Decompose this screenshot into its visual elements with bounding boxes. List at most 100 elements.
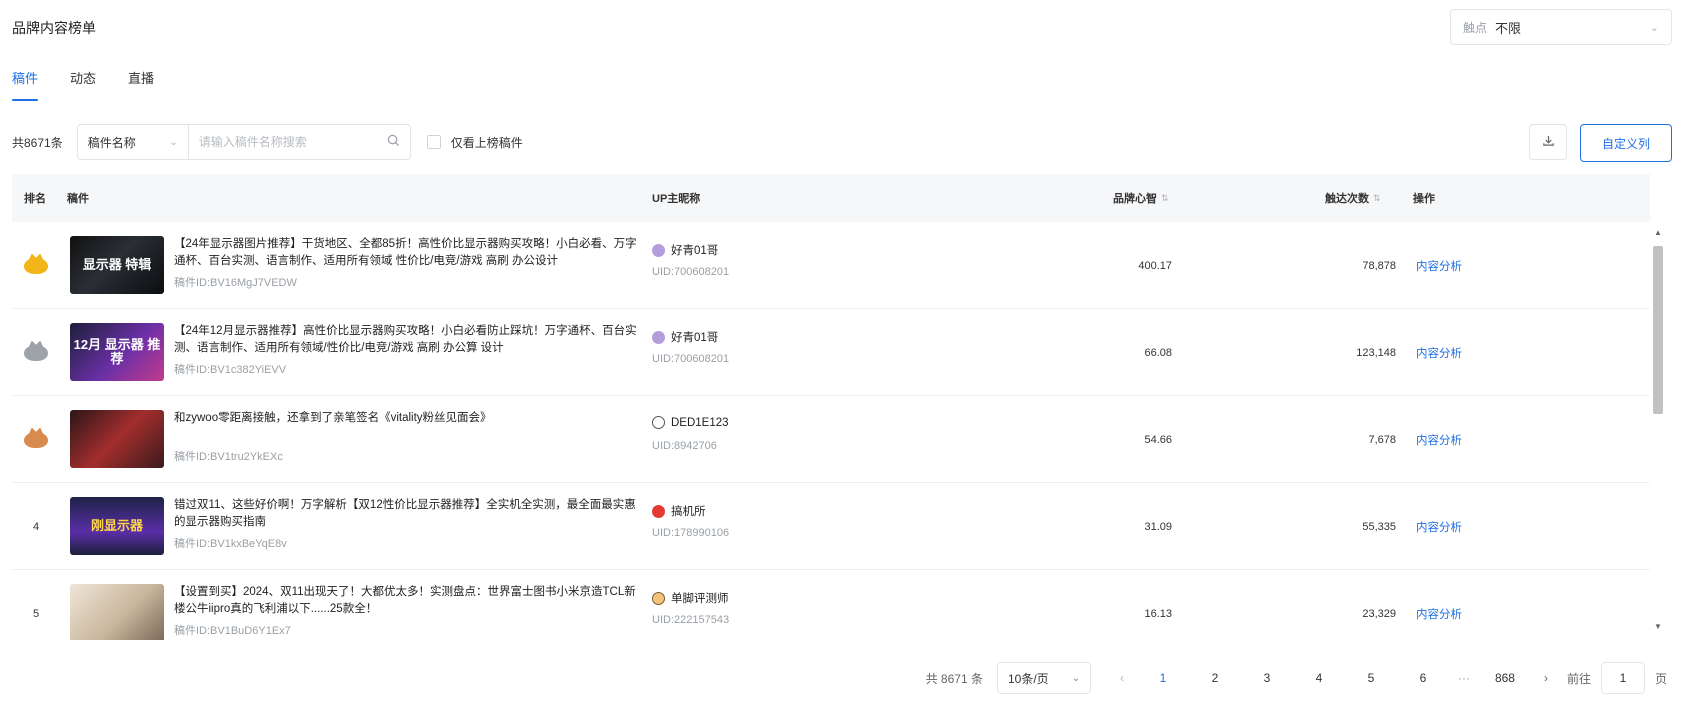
custom-columns-button[interactable]: 自定义列	[1580, 124, 1672, 162]
work-id: 稿件ID:BV1c382YiEVV	[174, 364, 287, 376]
bronze-crown-icon	[24, 431, 48, 448]
prev-page-icon[interactable]: ‹	[1107, 671, 1137, 685]
sort-icon[interactable]: ⇅	[1161, 193, 1169, 204]
scroll-up-arrow-icon[interactable]: ▲	[1654, 228, 1662, 237]
up-name[interactable]: 单脚评测师	[652, 590, 729, 606]
up-name[interactable]: 好青01哥	[652, 242, 718, 258]
scroll-thumb[interactable]	[1653, 246, 1663, 414]
page-ellipsis[interactable]: ···	[1449, 671, 1479, 685]
column-rank: 排名	[24, 193, 46, 205]
up-name-text: 好青01哥	[671, 332, 719, 344]
silver-crown-icon	[24, 344, 48, 361]
search-field-select[interactable]: 稿件名称 ⌄	[76, 124, 189, 160]
page-size-value: 10条/页	[1007, 671, 1049, 686]
brand-heart-value: 66.08	[1144, 346, 1172, 359]
search-box	[188, 124, 411, 160]
page-6[interactable]: 6	[1397, 671, 1449, 685]
table-scrollbar[interactable]: ▲ ▼	[1651, 222, 1665, 640]
avatar	[652, 243, 665, 257]
up-uid: UID:700608201	[652, 353, 730, 365]
content-analysis-link[interactable]: 内容分析	[1416, 222, 1462, 309]
rank-cell	[12, 396, 60, 483]
total-count: 共8671条	[12, 135, 63, 150]
scroll-down-arrow-icon[interactable]: ▼	[1654, 622, 1662, 631]
content-analysis-link[interactable]: 内容分析	[1416, 396, 1462, 483]
column-brand-heart-label: 品牌心智	[1113, 193, 1157, 205]
touch-point-select[interactable]: 触点 不限 ⌄	[1450, 9, 1672, 45]
only-ranked-checkbox[interactable]	[426, 135, 441, 149]
sort-icon[interactable]: ⇅	[1373, 193, 1381, 204]
table-row: 和zywoo零距离接触，还拿到了亲笔签名《vitality粉丝见面会》 稿件ID…	[12, 396, 1650, 483]
up-uid: UID:178990106	[652, 527, 730, 539]
tab-works[interactable]: 稿件	[12, 68, 39, 101]
reach-value: 55,335	[1362, 520, 1396, 533]
brand-heart-value: 400.17	[1138, 259, 1172, 272]
reach-value: 78,878	[1362, 259, 1396, 272]
page-last[interactable]: 868	[1479, 671, 1531, 685]
work-id: 稿件ID:BV1tru2YkEXc	[174, 451, 283, 463]
up-name-text: 单脚评测师	[671, 593, 729, 605]
content-tabs: 稿件 动态 直播	[12, 68, 154, 101]
rank-cell: 5	[32, 607, 40, 620]
chevron-down-icon: ⌄	[1071, 672, 1080, 684]
reach-value: 23,329	[1362, 607, 1396, 620]
up-uid: UID:8942706	[652, 440, 717, 452]
up-name[interactable]: DED1E123	[652, 416, 729, 429]
video-thumbnail[interactable]: 12月 显示器 推荐	[70, 323, 164, 381]
page-2[interactable]: 2	[1189, 671, 1241, 685]
up-uid: UID:222157543	[652, 614, 730, 626]
page-size-select[interactable]: 10条/页 ⌄	[996, 662, 1091, 694]
reach-value: 123,148	[1356, 346, 1396, 359]
table-row: 5 【设置到买】2024、双11出现天了！大都优太多！实测盘点：世界富士图书小米…	[12, 570, 1650, 640]
page-3[interactable]: 3	[1241, 671, 1293, 685]
column-work: 稿件	[67, 193, 89, 205]
touch-point-label: 触点	[1463, 20, 1488, 35]
brand-heart-value: 31.09	[1144, 520, 1172, 533]
work-title[interactable]: 错过双11、这些好价啊！万字解析【双12性价比显示器推荐】全实机全实测，最全面最…	[174, 497, 644, 531]
table-body: 显示器 特辑 【24年显示器图片推荐】干货地区、全都85折！高性价比显示器购买攻…	[12, 222, 1650, 640]
goto-label: 前往	[1566, 671, 1591, 686]
work-title[interactable]: 【设置到买】2024、双11出现天了！大都优太多！实测盘点：世界富士图书小米京造…	[174, 584, 644, 618]
video-thumbnail[interactable]	[70, 410, 164, 468]
search-icon[interactable]	[387, 134, 400, 150]
avatar	[652, 416, 665, 429]
next-page-icon[interactable]: ›	[1531, 671, 1561, 685]
search-input[interactable]	[198, 135, 387, 149]
page-1[interactable]: 1	[1137, 671, 1189, 685]
only-ranked-filter[interactable]: 仅看上榜稿件	[426, 134, 523, 151]
reach-value: 7,678	[1368, 433, 1396, 446]
work-id: 稿件ID:BV16MgJ7VEDW	[174, 277, 297, 289]
video-thumbnail[interactable]: 刚显示器	[70, 497, 164, 555]
page-suffix-label: 页	[1654, 671, 1667, 686]
tab-live[interactable]: 直播	[128, 68, 154, 101]
work-title[interactable]: 【24年显示器图片推荐】干货地区、全都85折！高性价比显示器购买攻略！小白必看、…	[174, 236, 644, 270]
avatar	[652, 591, 665, 605]
goto-page-input[interactable]: 1	[1600, 662, 1645, 694]
tab-dynamics[interactable]: 动态	[70, 68, 96, 101]
content-analysis-link[interactable]: 内容分析	[1416, 309, 1462, 396]
page-4[interactable]: 4	[1293, 671, 1345, 685]
video-thumbnail[interactable]: 显示器 特辑	[70, 236, 164, 294]
only-ranked-label: 仅看上榜稿件	[450, 135, 523, 150]
page-5[interactable]: 5	[1345, 671, 1397, 685]
gold-crown-icon	[24, 257, 48, 274]
content-analysis-link[interactable]: 内容分析	[1416, 483, 1462, 570]
download-button[interactable]	[1529, 124, 1567, 160]
column-action: 操作	[1413, 193, 1435, 205]
up-name[interactable]: 搞机所	[652, 503, 706, 519]
avatar	[652, 504, 665, 518]
rank-cell	[12, 309, 60, 396]
brand-heart-value: 16.13	[1144, 607, 1172, 620]
up-uid: UID:700608201	[652, 266, 730, 278]
work-title[interactable]: 和zywoo零距离接触，还拿到了亲笔签名《vitality粉丝见面会》	[174, 410, 644, 427]
pagination-total: 共 8671 条	[925, 671, 983, 686]
up-name[interactable]: 好青01哥	[652, 329, 718, 345]
column-brand-heart[interactable]: 品牌心智 ⇅	[1113, 174, 1169, 222]
column-reach[interactable]: 触达次数 ⇅	[1325, 174, 1381, 222]
work-id: 稿件ID:BV1kxBeYqE8v	[174, 538, 287, 550]
video-thumbnail[interactable]	[70, 584, 164, 640]
content-analysis-link[interactable]: 内容分析	[1416, 570, 1462, 640]
rank-cell: 4	[32, 520, 40, 533]
download-icon	[1542, 134, 1555, 150]
work-title[interactable]: 【24年12月显示器推荐】高性价比显示器购买攻略！小白必看防止踩坑！万字通杯、百…	[174, 323, 644, 357]
